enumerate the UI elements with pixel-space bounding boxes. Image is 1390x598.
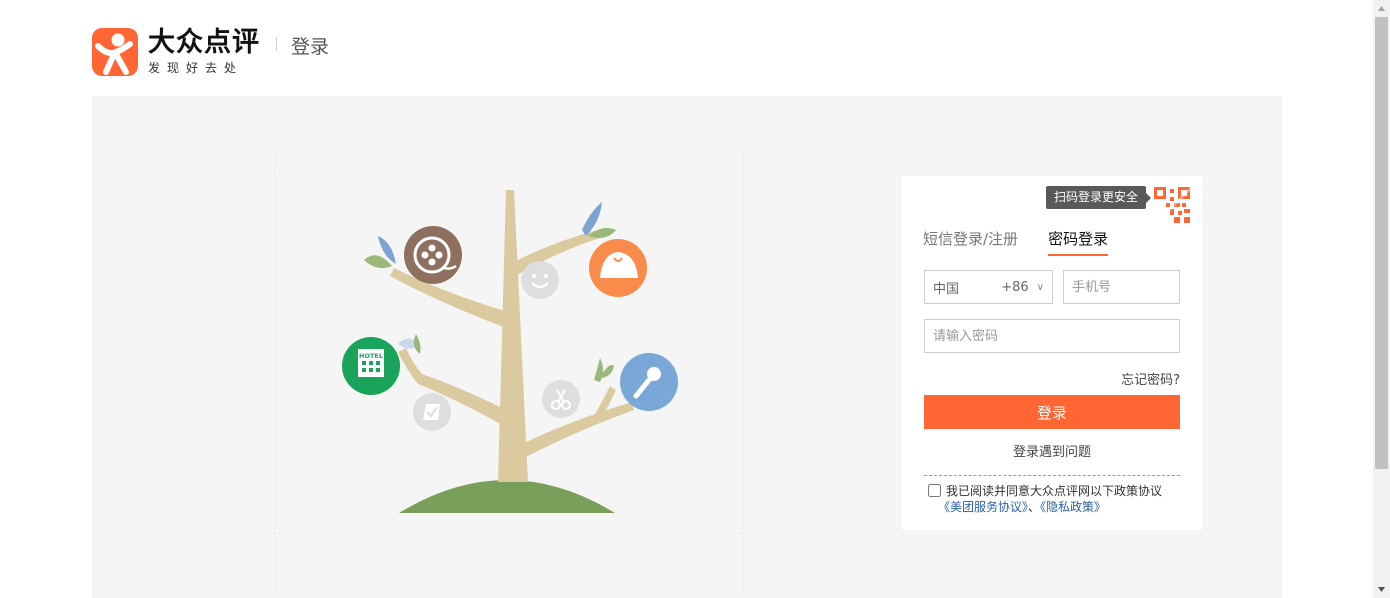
country-code: +86 <box>1001 279 1029 295</box>
login-trouble-link[interactable]: 登录遇到问题 <box>902 441 1202 460</box>
film-reel-icon <box>404 226 462 284</box>
login-tabs: 短信登录/注册 密码登录 <box>923 229 1109 256</box>
hotel-icon: HOTEL <box>342 337 400 395</box>
dianping-logo-icon[interactable] <box>92 28 138 76</box>
ticket-icon <box>413 393 451 431</box>
hotel-label: HOTEL <box>359 352 383 360</box>
country-code-select[interactable]: 中国 +86 ∨ <box>924 270 1053 304</box>
password-input[interactable] <box>924 319 1180 353</box>
header-divider <box>276 37 277 51</box>
ground-hill <box>399 480 615 513</box>
phone-input[interactable] <box>1063 270 1180 304</box>
scroll-thumb[interactable] <box>1375 17 1388 469</box>
agreement-text: 我已阅读并同意大众点评网以下政策协议 <box>946 484 1163 498</box>
logo-name: 大众点评 <box>148 27 260 58</box>
agreement-links: 《美团服务协议》、《隐私政策》 <box>928 499 1186 515</box>
forgot-password-link[interactable]: 忘记密码? <box>1121 369 1180 388</box>
header: 大众点评 发现好去处 登录 <box>92 28 329 76</box>
main-area: HOTEL 扫码登录更安全 短信登录/注册 密码登录 中国 +86 ∨ 手机号 … <box>92 96 1282 598</box>
tree-illustration: HOTEL <box>222 152 802 592</box>
scroll-down-arrow-icon[interactable] <box>1373 581 1390 598</box>
privacy-policy-link[interactable]: 《隐私政策》 <box>1040 500 1106 514</box>
divider <box>924 475 1180 476</box>
chevron-down-icon: ∨ <box>1036 281 1044 293</box>
logo-slogan: 发现好去处 <box>148 61 244 75</box>
logo-text[interactable]: 大众点评 发现好去处 <box>148 28 260 76</box>
smile-icon <box>521 261 559 299</box>
ktv-microphone-icon <box>620 353 678 411</box>
login-button[interactable]: 登录 <box>924 395 1180 429</box>
tab-sms-login[interactable]: 短信登录/注册 <box>923 229 1018 256</box>
login-page: 大众点评 发现好去处 登录 HOTEL 扫码登录更安全 短信登录/注册 密码登录… <box>0 0 1390 598</box>
agreement: 我已阅读并同意大众点评网以下政策协议 《美团服务协议》、《隐私政策》 <box>928 483 1186 515</box>
page-title: 登录 <box>291 35 330 58</box>
bun-icon <box>589 239 647 297</box>
qr-tooltip: 扫码登录更安全 <box>1046 186 1152 209</box>
service-agreement-link[interactable]: 《美团服务协议》 <box>938 500 1028 514</box>
agreement-separator: 、 <box>1028 500 1041 514</box>
scissors-icon <box>542 380 580 418</box>
agreement-checkbox[interactable] <box>928 484 941 497</box>
login-panel: 扫码登录更安全 短信登录/注册 密码登录 中国 +86 ∨ 手机号 忘记密码? … <box>902 176 1202 530</box>
scroll-up-arrow-icon[interactable] <box>1373 0 1390 17</box>
vertical-scrollbar[interactable] <box>1373 0 1390 598</box>
qr-code-icon[interactable] <box>1152 185 1192 225</box>
country-name: 中国 <box>933 281 960 297</box>
tab-password-login[interactable]: 密码登录 <box>1048 229 1109 256</box>
